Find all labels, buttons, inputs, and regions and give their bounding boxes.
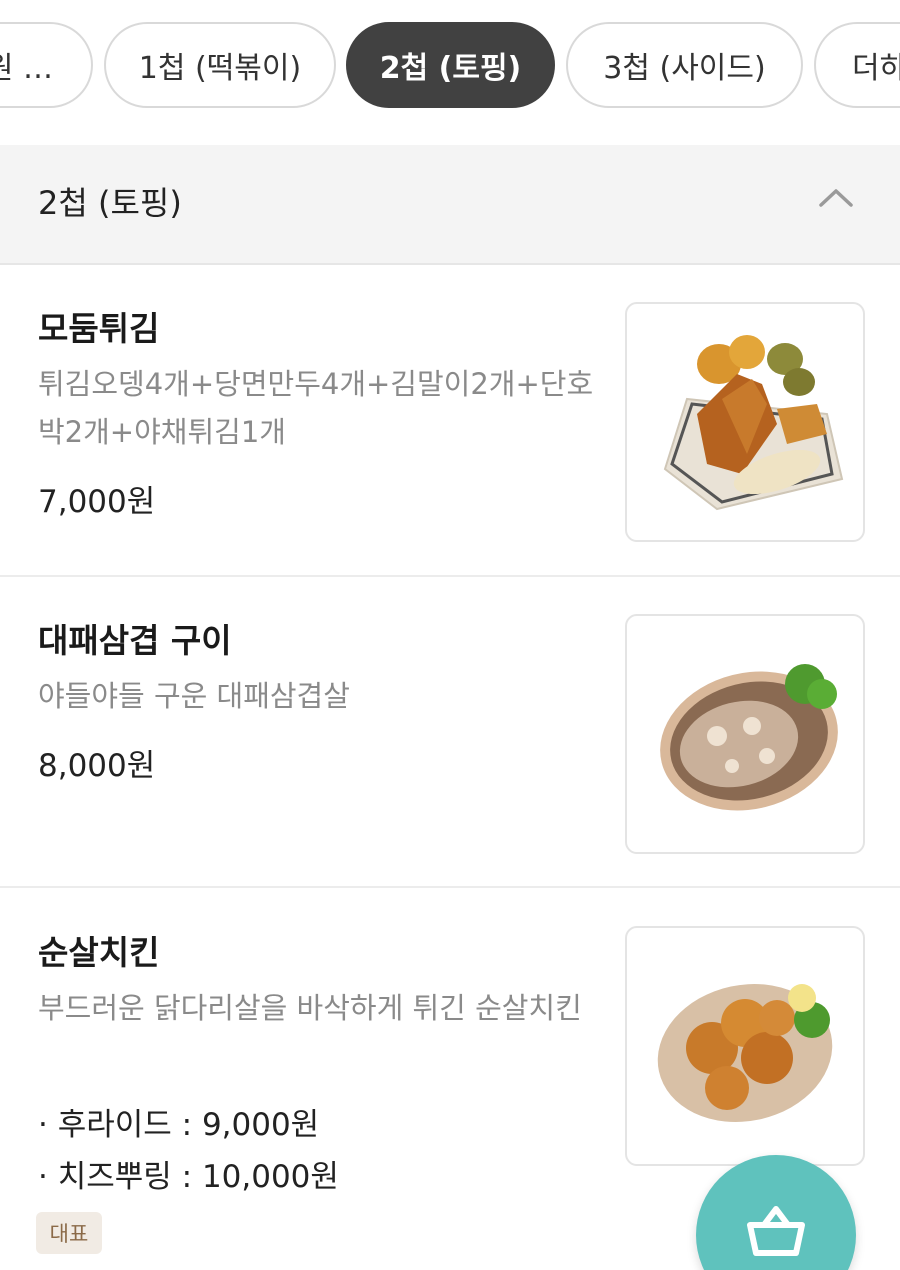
category-tabs: 원 … 1첩 (떡볶이) 2첩 (토핑) 3첩 (사이드) 더하 bbox=[0, 0, 900, 130]
item-image-pork-belly[interactable] bbox=[625, 614, 865, 854]
tab-2-topping[interactable]: 2첩 (토핑) bbox=[346, 22, 555, 108]
tab-next-category[interactable]: 더하 bbox=[814, 22, 900, 108]
item-name[interactable]: 대패삼겹 구이 bbox=[38, 614, 232, 662]
item-option-fried: · 후라이드 : 9,000원 bbox=[38, 1107, 320, 1143]
representative-badge: 대표 bbox=[36, 1212, 102, 1254]
cart-button[interactable] bbox=[696, 1155, 856, 1270]
item-name[interactable]: 순살치킨 bbox=[38, 926, 159, 974]
divider bbox=[0, 575, 900, 577]
item-name[interactable]: 모둠튀김 bbox=[38, 302, 159, 350]
item-description: 튀김오뎅4개+당면만두4개+김말이2개+단호박2개+야채튀김1개 bbox=[38, 367, 594, 449]
item-price: 7,000원 bbox=[38, 484, 156, 520]
section-header[interactable]: 2첩 (토핑) bbox=[0, 145, 900, 265]
item-image-fried-assortment[interactable] bbox=[625, 302, 865, 542]
item-description: 야들야들 구운 대패삼겹살 bbox=[38, 679, 350, 713]
section-title: 2첩 (토핑) bbox=[38, 184, 182, 222]
item-image-boneless-chicken[interactable] bbox=[625, 926, 865, 1166]
item-price: 8,000원 bbox=[38, 748, 156, 784]
shopping-basket-icon bbox=[747, 1206, 805, 1256]
tab-3-side[interactable]: 3첩 (사이드) bbox=[566, 22, 803, 108]
tab-1-tteokbokki[interactable]: 1첩 (떡볶이) bbox=[104, 22, 336, 108]
item-description: 부드러운 닭다리살을 바삭하게 튀긴 순살치킨 bbox=[38, 991, 582, 1025]
item-option-cheese: · 치즈뿌링 : 10,000원 bbox=[38, 1159, 339, 1195]
chevron-up-icon[interactable] bbox=[818, 186, 854, 208]
divider bbox=[0, 886, 900, 888]
tab-previous-category[interactable]: 원 … bbox=[0, 22, 93, 108]
